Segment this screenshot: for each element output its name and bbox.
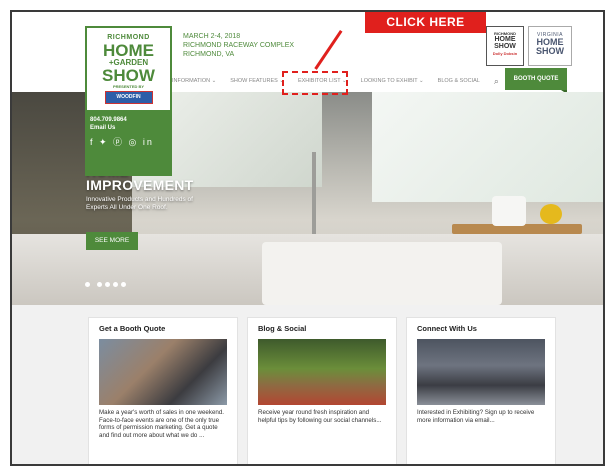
carousel-dot[interactable] (85, 282, 90, 287)
card-title[interactable]: Blog & Social (258, 324, 386, 333)
hero-sink (262, 242, 502, 305)
hero-window-right (372, 92, 603, 202)
card-title[interactable]: Connect With Us (417, 324, 545, 333)
event-city: RICHMOND, VA (183, 51, 235, 58)
presented-by: PRESENTED BY (112, 84, 145, 89)
feature-cards: Get a Booth Quote Make a year's worth of… (12, 305, 603, 464)
social-icons[interactable]: f ✦ ⓟ ◎ in (85, 132, 172, 151)
card-connect[interactable]: Connect With Us Interested in Exhibiting… (406, 317, 556, 464)
badge-hgs-line-2: HOME (494, 36, 516, 43)
hero-lemon (540, 204, 562, 224)
card-text: Receive year round fresh inspiration and… (258, 409, 382, 424)
badge-hgs-line-4: Dolly Dobsin (492, 51, 518, 56)
card-image[interactable] (417, 339, 545, 405)
virginia-home-show-badge[interactable]: VIRGINIA HOME SHOW (528, 26, 572, 66)
contact-block: 804.709.9864 Email Us (85, 112, 172, 132)
card-blog-social[interactable]: Blog & Social Receive year round fresh i… (247, 317, 397, 464)
search-icon[interactable]: ⌕ (494, 76, 499, 87)
exhibitor-list-highlight (282, 71, 348, 95)
card-text: Interested in Exhibiting? Sign up to rec… (417, 409, 535, 424)
card-image[interactable] (258, 339, 386, 405)
nav-show-features[interactable]: SHOW FEATURES ⌄ (230, 78, 284, 84)
carousel-dot[interactable] (105, 282, 110, 287)
logo-wordmark: RICHMOND HOME +GARDEN SHOW PRESENTED BY … (85, 26, 172, 112)
logo-line-1: RICHMOND (107, 34, 150, 41)
click-here-callout: CLICK HERE (365, 12, 486, 33)
logo-line-4: SHOW (102, 66, 155, 85)
nav-blog-social[interactable]: BLOG & SOCIAL (438, 78, 480, 84)
nav-looking-to-exhibit[interactable]: LOOKING TO EXHIBIT ⌄ (361, 78, 424, 84)
event-dates: MARCH 2-4, 2018 (183, 33, 241, 40)
site-logo[interactable]: RICHMOND HOME +GARDEN SHOW PRESENTED BY … (85, 26, 172, 176)
email-link[interactable]: Email Us (90, 124, 167, 132)
browser-page: RICHMOND HOME +GARDEN SHOW PRESENTED BY … (10, 10, 605, 466)
nav-information[interactable]: INFORMATION ⌄ (172, 78, 216, 84)
event-venue: RICHMOND RACEWAY COMPLEX (183, 42, 295, 49)
carousel-dots (85, 282, 129, 287)
sponsor-logo: WOODFIN (104, 91, 153, 104)
badge-hgs-line-3: SHOW (494, 43, 516, 50)
badge-va-line-3: SHOW (536, 46, 564, 56)
card-text: Make a year's worth of sales in one week… (99, 409, 224, 439)
card-title[interactable]: Get a Booth Quote (99, 324, 227, 333)
hero-faucet (312, 152, 316, 234)
card-image[interactable] (99, 339, 227, 405)
see-more-button[interactable]: SEE MORE (86, 232, 138, 250)
phone-number[interactable]: 804.709.9864 (90, 116, 167, 124)
hero-title-line-2: IMPROVEMENT (86, 177, 194, 193)
booth-quote-button[interactable]: BOOTH QUOTE (505, 68, 567, 94)
carousel-dot[interactable] (113, 282, 118, 287)
home-garden-show-badge[interactable]: RICHMOND HOME SHOW Dolly Dobsin (486, 26, 524, 66)
carousel-dot[interactable] (121, 282, 126, 287)
logo-line-2: HOME (103, 41, 154, 60)
hero-subtitle: Innovative Products and Hundreds of Expe… (86, 196, 193, 211)
card-booth-quote[interactable]: Get a Booth Quote Make a year's worth of… (88, 317, 238, 464)
event-info: MARCH 2-4, 2018 RICHMOND RACEWAY COMPLEX… (183, 32, 294, 59)
hero-jug (492, 196, 526, 226)
carousel-dot[interactable] (97, 282, 102, 287)
